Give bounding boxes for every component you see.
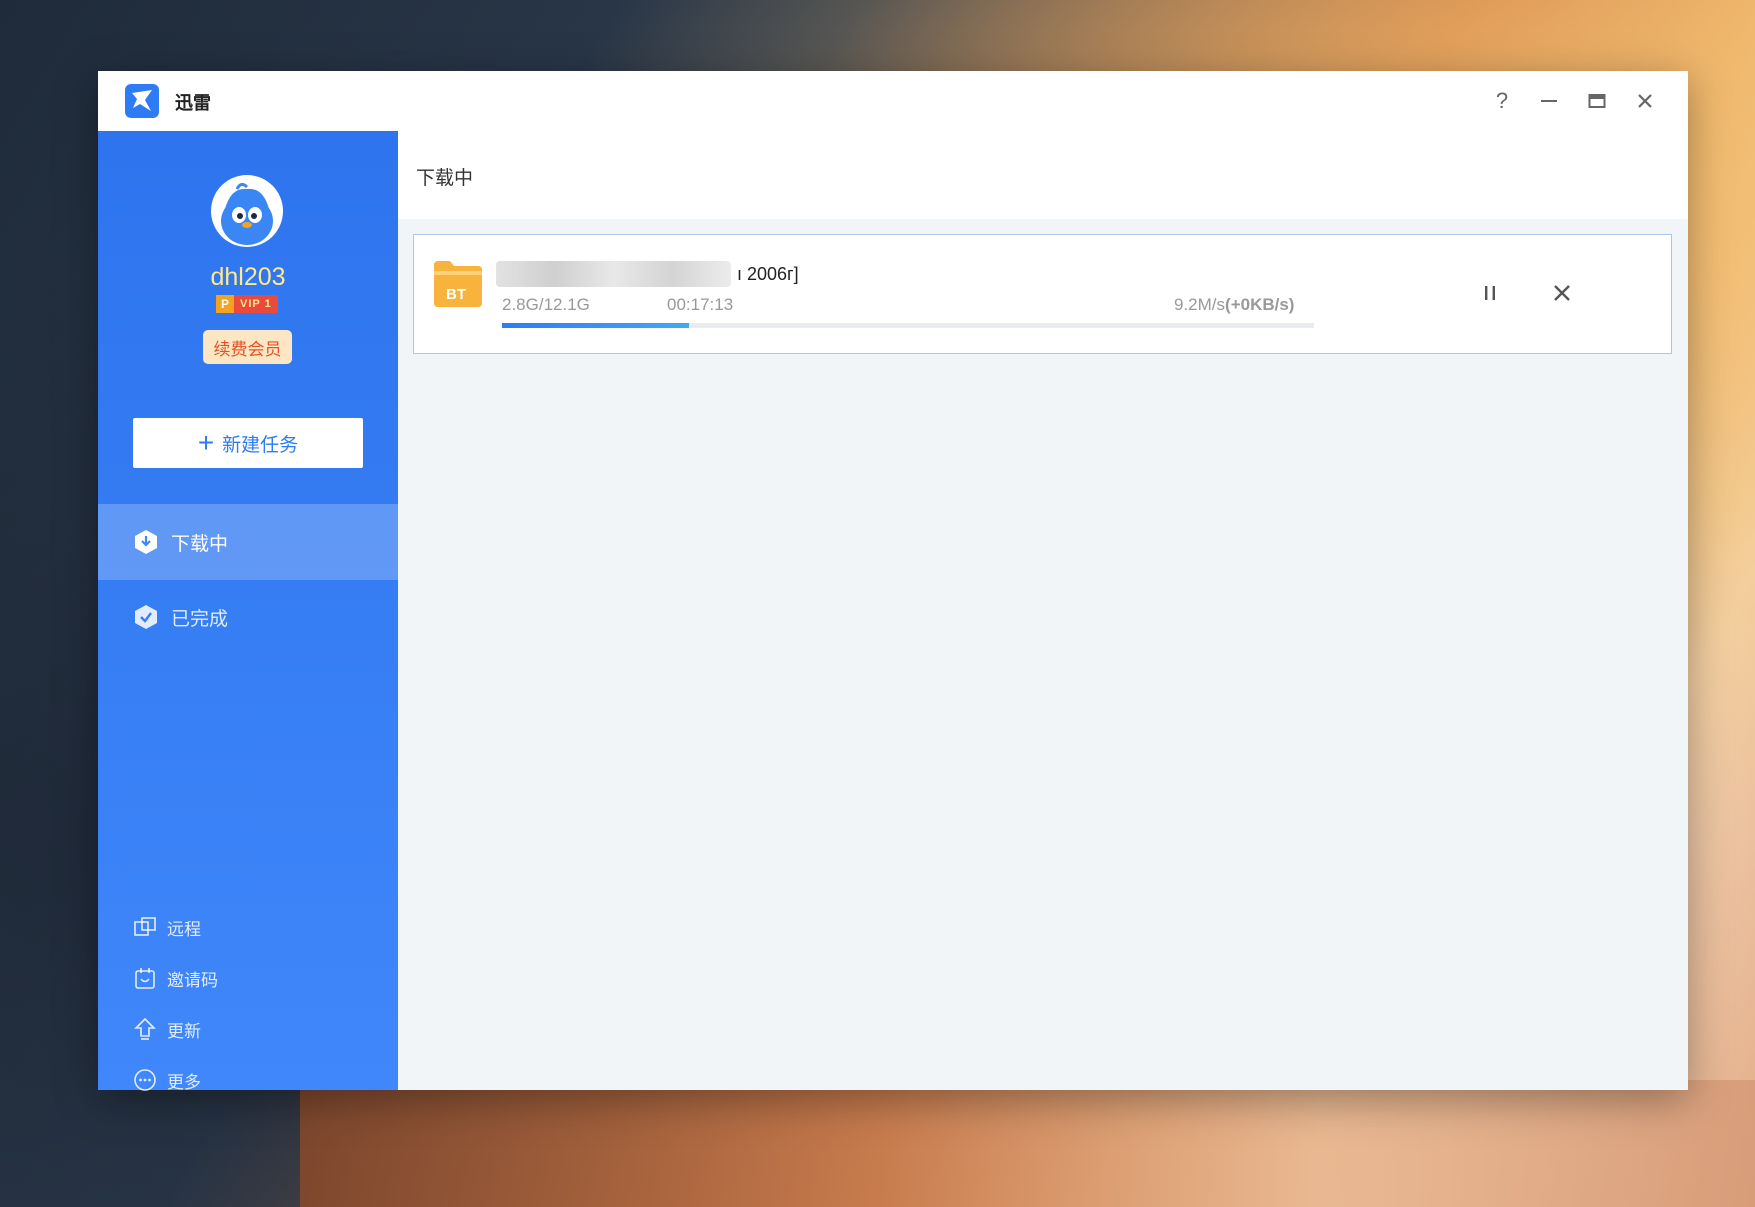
close-button[interactable] [1629,85,1661,117]
nav-downloading-label: 下载中 [171,533,229,555]
help-button[interactable]: ? [1486,85,1518,117]
new-task-label: 新建任务 [222,434,299,456]
more-button[interactable]: 更多 [133,1065,201,1095]
delete-task-button[interactable] [1544,275,1580,311]
remote-button[interactable]: 远程 [133,912,201,942]
redacted-filename [496,261,731,287]
download-task-row[interactable]: BT ı 2006г] 2.8G/12.1G 00:17:13 9.2M/s(+… [413,234,1672,354]
progress-bar [502,323,1314,328]
maximize-icon [1588,94,1606,108]
vip-level: VIP 1 [234,295,278,313]
close-icon [1638,94,1652,108]
more-icon [134,1069,156,1091]
invite-code-icon [135,968,155,989]
bt-badge: BT [446,286,466,303]
more-label: 更多 [167,1072,201,1092]
page-title: 下载中 [416,168,474,189]
invite-code-label: 邀请码 [167,970,218,990]
minimize-icon [1541,100,1557,102]
remote-label: 远程 [167,919,201,939]
xunlei-logo-icon [125,84,159,118]
content-header: 下载中 [398,131,1688,219]
vip-prefix: P [216,295,234,313]
speed-boost: (+0KB/s) [1225,295,1295,314]
speed-value: 9.2M/s [1174,295,1226,314]
minimize-button[interactable] [1533,85,1565,117]
username: dhl203 [210,263,286,291]
renew-membership-button[interactable]: 续费会员 [203,330,292,364]
title-bar: 迅雷 ? [98,71,1688,132]
help-icon: ? [1495,88,1509,113]
size-progress: 2.8G/12.1G [502,295,590,314]
update-button[interactable]: 更新 [133,1014,201,1044]
update-icon [134,1017,156,1040]
bt-folder-icon: BT [432,257,484,309]
avatar[interactable] [211,175,283,247]
progress-fill [502,323,689,328]
xunlei-window: 迅雷 ? dhl203 P VIP 1 续费会员 + 新建任务 下载中 已完成 … [98,71,1688,1092]
maximize-button[interactable] [1581,85,1613,117]
task-name-suffix: ı 2006г] [737,263,799,284]
nav-completed[interactable]: 已完成 [98,579,398,655]
remote-icon [134,917,156,936]
nav-downloading[interactable]: 下载中 [98,504,398,580]
pause-icon [1485,286,1495,300]
app-title: 迅雷 [175,93,211,113]
close-icon [1554,285,1570,301]
pause-button[interactable] [1472,275,1508,311]
new-task-button[interactable]: + 新建任务 [133,418,363,468]
download-icon [135,530,157,554]
vip-badge: P VIP 1 [216,295,278,313]
time-remaining: 00:17:13 [667,295,734,314]
update-label: 更新 [167,1021,201,1041]
desktop-wallpaper-lower [300,1080,1755,1207]
task-name: ı 2006г] [496,261,799,287]
plus-icon: + [197,427,215,458]
invite-code-button[interactable]: 邀请码 [133,963,218,993]
download-speed: 9.2M/s(+0KB/s) [1174,295,1294,315]
check-shield-icon [135,605,157,629]
nav-completed-label: 已完成 [171,608,229,630]
sidebar: dhl203 P VIP 1 续费会员 + 新建任务 下载中 已完成 远程 邀请… [98,131,398,1092]
